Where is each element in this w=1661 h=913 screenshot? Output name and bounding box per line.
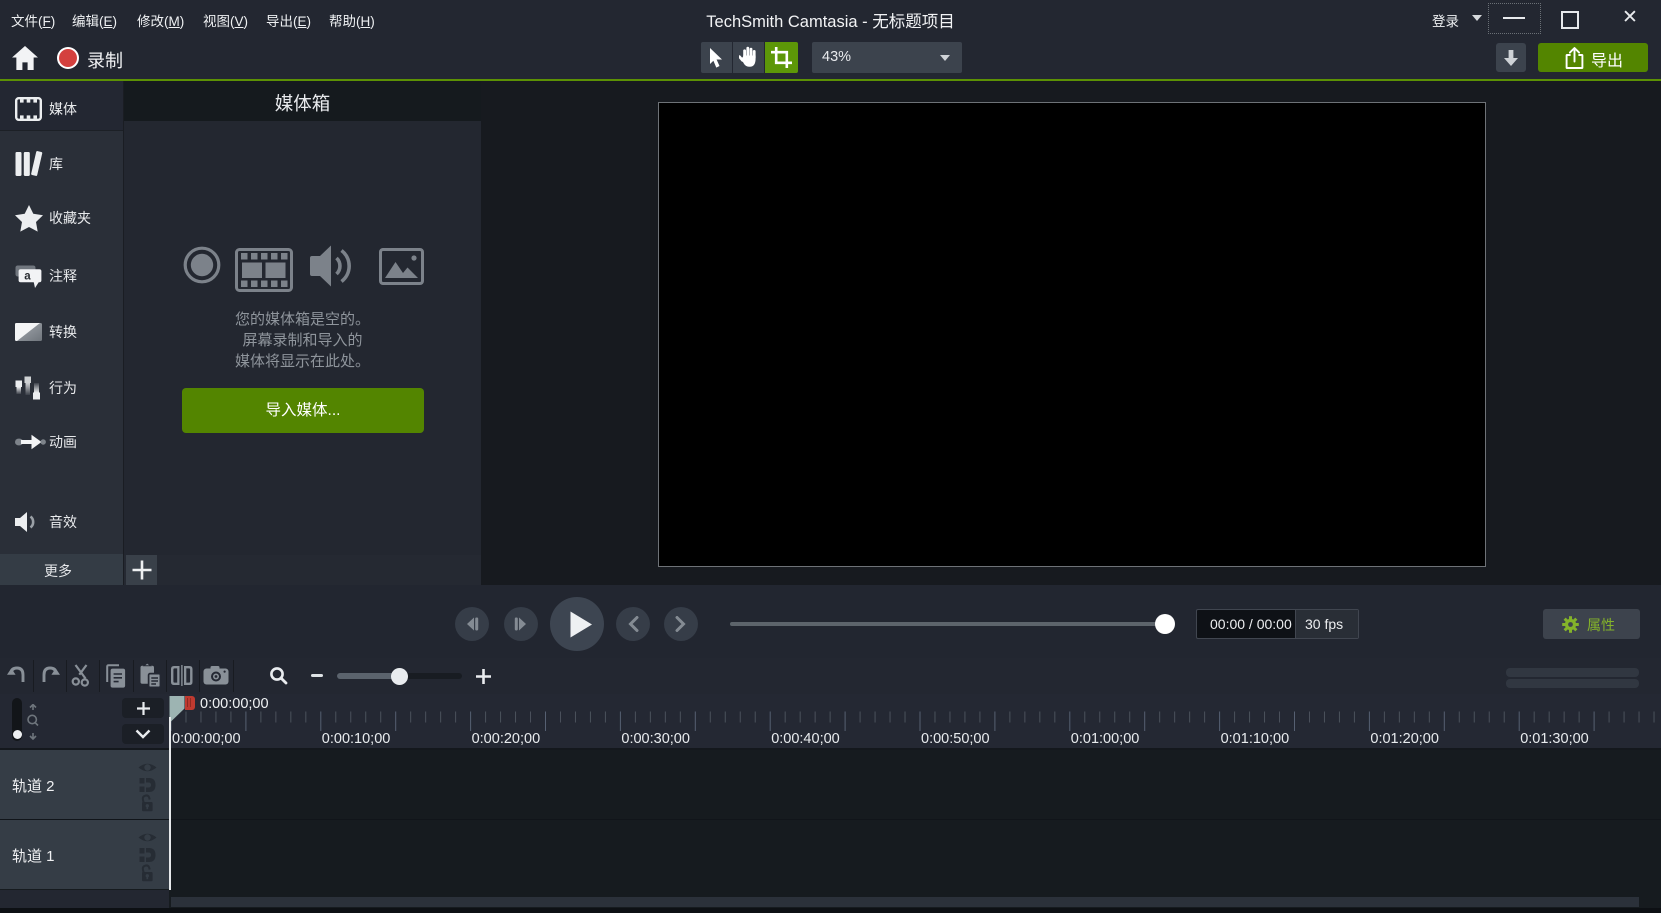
svg-text:a: a — [24, 271, 31, 283]
